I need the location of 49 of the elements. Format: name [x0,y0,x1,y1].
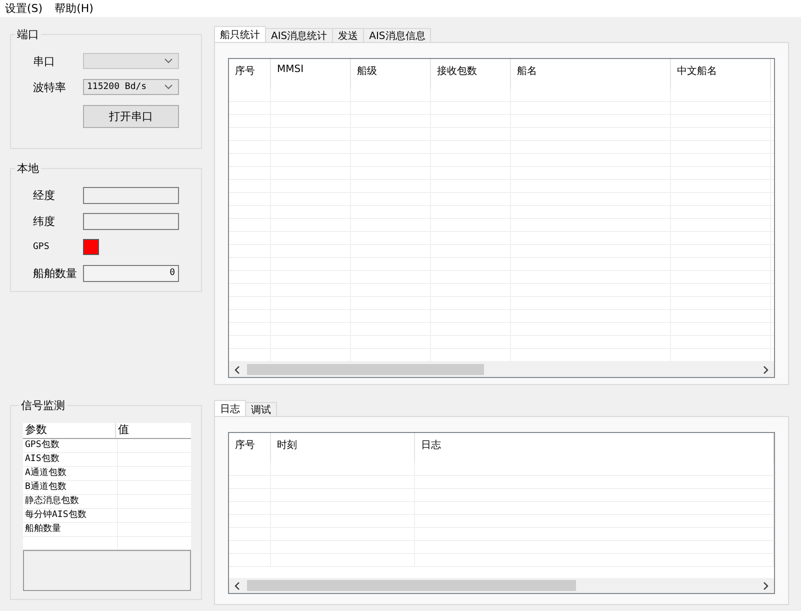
table-cell: AIS包数 [23,453,118,466]
table-cell: 船舶数量 [23,523,118,536]
chevron-icon [164,58,173,64]
scroll-left-icon[interactable] [234,582,240,590]
tab[interactable]: 调试 [245,402,277,416]
group-title: 信号监测 [20,398,66,413]
latitude-field[interactable] [83,212,179,230]
table-cell: GPS包数 [23,439,118,452]
scroll-right-icon[interactable] [763,366,769,374]
column-header[interactable]: 序号 [229,59,271,89]
column-header[interactable]: 值 [116,423,191,438]
group-title: 本地 [16,161,40,176]
table-cell: B通道包数 [23,481,118,494]
scroll-left-icon[interactable] [234,366,240,374]
horizontal-scrollbar[interactable] [229,362,774,377]
table-cell: A通道包数 [23,467,118,480]
group-title: 端口 [16,27,40,42]
tab[interactable]: AIS消息统计 [265,28,334,42]
field-label: 串口 [32,54,56,68]
ship-count-field[interactable]: 0 [83,264,179,282]
menu-item[interactable]: 帮助(H) [54,1,94,16]
table-cell: 每分钟AIS包数 [23,509,118,522]
field-label: GPS [32,242,50,252]
column-header[interactable]: 时刻 [271,433,415,463]
open-port-button[interactable]: 打开串口 [83,104,179,128]
field-label: 经度 [32,188,56,202]
baud-rate-dropdown[interactable]: 115200 Bd/s [83,79,179,95]
column-header[interactable]: 中文船名 [671,59,771,89]
column-header[interactable]: 船级 [351,59,431,89]
chevron-icon [164,84,173,90]
tab[interactable]: AIS消息信息 [363,28,432,42]
longitude-field[interactable] [83,186,179,204]
column-header[interactable]: 序号 [229,433,271,463]
tab[interactable]: 发送 [332,28,364,42]
column-header[interactable]: 船名 [511,59,671,89]
field-label: 波特率 [32,80,67,94]
column-header[interactable]: 接收包数 [431,59,511,89]
field-label: 纬度 [32,214,56,228]
menu-item[interactable]: 设置(S) [5,1,43,16]
column-header[interactable]: MMSI [271,59,351,89]
table-cell: 静态消息包数 [23,495,118,508]
tab[interactable]: 船只统计 [214,26,266,42]
text-area[interactable] [23,550,191,591]
horizontal-scrollbar[interactable] [229,578,774,593]
field-label: 船舶数量 [32,266,78,280]
column-header[interactable]: 参数 [23,423,116,438]
column-header[interactable]: 日志 [415,433,774,463]
tab[interactable]: 日志 [214,400,246,416]
scroll-right-icon[interactable] [763,582,769,590]
